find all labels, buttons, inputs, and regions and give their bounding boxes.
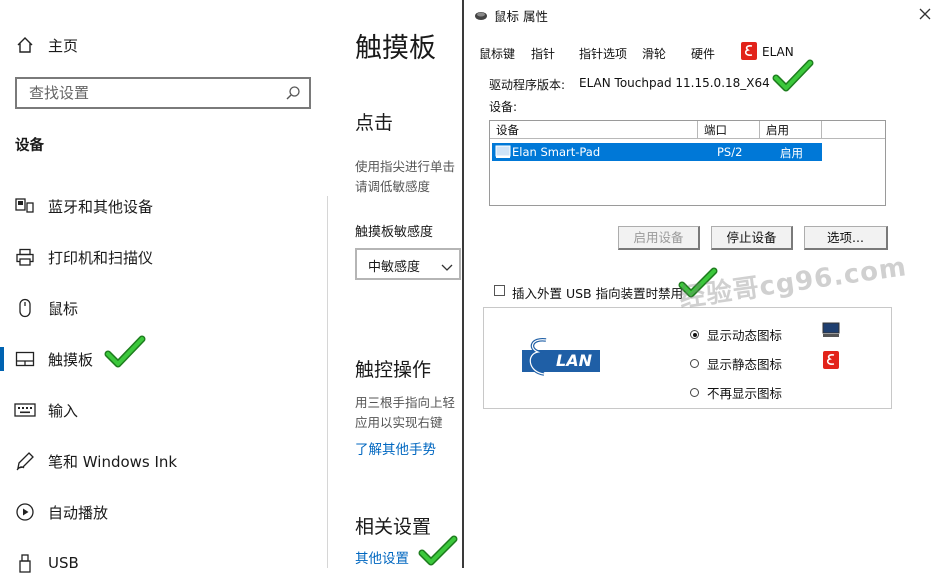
sidebar-item-label: 打印机和扫描仪 [48, 248, 154, 267]
tab-pointer-options[interactable]: 指针选项 [579, 45, 627, 62]
sidebar-item-label: 自动播放 [48, 503, 109, 522]
click-description: 使用指尖进行单击 [355, 159, 456, 174]
bluetooth-devices-icon [14, 195, 36, 217]
elan-tab-icon [741, 42, 757, 64]
click-description: 请调低敏感度 [355, 179, 431, 194]
mouse-app-icon [474, 6, 488, 25]
touchpad-device-icon [495, 145, 511, 162]
sidebar-item-printers[interactable]: 打印机和扫描仪 [0, 237, 328, 277]
tab-elan[interactable]: ELAN [762, 45, 794, 59]
page-title: 触摸板 [355, 33, 436, 64]
sidebar-item-label: 笔和 Windows Ink [48, 452, 178, 471]
column-header-port[interactable]: 端口 [698, 121, 760, 139]
table-row[interactable]: Elan Smart-Pad PS/2 启用 [492, 143, 822, 161]
tab-hardware[interactable]: 硬件 [691, 45, 715, 62]
sidebar-item-autoplay[interactable]: 自动播放 [0, 492, 328, 532]
search-box[interactable] [15, 77, 311, 109]
radio-dot [690, 388, 699, 397]
radio-dot [690, 330, 699, 339]
elan-logo: LAN [522, 336, 600, 378]
static-tray-icon [823, 351, 839, 373]
usb-disable-label: 插入外置 USB 指向装置时禁用 [512, 286, 684, 301]
sidebar-item-mouse[interactable]: 鼠标 [0, 288, 328, 328]
tray-icon-group: LAN 显示动态图标 显示静态图标 不再显示图标 [483, 307, 892, 409]
keyboard-icon [14, 399, 36, 421]
radio-dot [690, 359, 699, 368]
radio-hide-icon[interactable]: 不再显示图标 [690, 383, 782, 402]
enable-device-button[interactable]: 启用设备 [618, 226, 700, 250]
section-title: 设备 [15, 138, 44, 154]
printer-icon [14, 246, 36, 268]
click-heading: 点击 [355, 112, 394, 134]
column-header-enabled[interactable]: 启用 [760, 121, 822, 139]
sidebar-home-label: 主页 [48, 36, 79, 55]
touchpad-icon [14, 348, 36, 370]
options-button[interactable]: 选项... [804, 226, 888, 250]
sidebar-item-label: 鼠标 [48, 299, 79, 318]
tab-pointers[interactable]: 指针 [531, 45, 555, 62]
sidebar-item-usb[interactable]: USB [0, 543, 328, 583]
dialog-title: 鼠标 属性 [494, 9, 548, 24]
sidebar-home[interactable]: 主页 [0, 25, 328, 65]
driver-version-value: ELAN Touchpad 11.15.0.18_X64 [579, 76, 770, 90]
sidebar-item-label: 输入 [48, 401, 79, 420]
disable-device-button[interactable]: 停止设备 [711, 226, 793, 250]
check-mark-icon [772, 59, 814, 92]
home-icon [14, 34, 36, 56]
radio-show-animated-icon[interactable]: 显示动态图标 [690, 325, 782, 344]
radio-show-static-icon[interactable]: 显示静态图标 [690, 354, 782, 373]
tab-wheel[interactable]: 滑轮 [642, 45, 666, 62]
check-mark-icon [418, 535, 458, 566]
chevron-down-icon [441, 258, 453, 277]
sidebar-divider [327, 196, 328, 568]
sidebar-item-label: USB [48, 554, 79, 572]
sidebar-item-typing[interactable]: 输入 [0, 390, 328, 430]
settings-sidebar: 主页 设备 蓝牙和其他设备 打印机和扫描仪 鼠标 触摸板 [0, 0, 330, 573]
device-port: PS/2 [717, 145, 743, 159]
close-icon[interactable] [918, 6, 932, 25]
gestures-description: 用三根手指向上轻 [355, 395, 456, 410]
autoplay-icon [14, 501, 36, 523]
gestures-description: 应用以实现右键 [355, 415, 443, 430]
pen-icon [14, 450, 36, 472]
usb-icon [14, 552, 36, 574]
sidebar-item-label: 触摸板 [48, 350, 94, 369]
sensitivity-dropdown[interactable]: 中敏感度 [355, 248, 461, 280]
sensitivity-label: 触摸板敏感度 [355, 225, 434, 240]
sensitivity-value: 中敏感度 [368, 260, 421, 275]
active-indicator [0, 347, 4, 371]
sidebar-item-bluetooth[interactable]: 蓝牙和其他设备 [0, 186, 328, 226]
animated-tray-icon [822, 322, 840, 342]
column-header-filler [822, 121, 885, 139]
touchpad-settings-page: 触摸板 点击 使用指尖进行单击 请调低敏感度 触摸板敏感度 中敏感度 触控操作 … [330, 0, 464, 568]
learn-gestures-link[interactable]: 了解其他手势 [355, 438, 436, 458]
usb-disable-checkbox[interactable] [494, 285, 505, 296]
gestures-heading: 触控操作 [355, 359, 432, 381]
column-header-device[interactable]: 设备 [490, 121, 698, 139]
check-mark-icon [104, 335, 146, 368]
sidebar-item-touchpad[interactable]: 触摸板 [0, 339, 328, 379]
device-list[interactable]: 设备 端口 启用 Elan Smart-Pad PS/2 启用 [489, 120, 886, 206]
tab-buttons[interactable]: 鼠标键 [479, 45, 515, 62]
device-name: Elan Smart-Pad [512, 145, 601, 159]
sidebar-item-label: 蓝牙和其他设备 [48, 197, 154, 216]
additional-settings-link[interactable]: 其他设置 [355, 547, 409, 567]
mouse-icon [14, 297, 36, 319]
search-icon[interactable] [285, 85, 301, 105]
search-input[interactable] [27, 83, 281, 103]
device-enabled: 启用 [780, 146, 803, 160]
driver-version-label: 驱动程序版本: [489, 78, 566, 92]
sidebar-item-pen[interactable]: 笔和 Windows Ink [0, 441, 328, 481]
devices-label: 设备: [489, 100, 518, 114]
